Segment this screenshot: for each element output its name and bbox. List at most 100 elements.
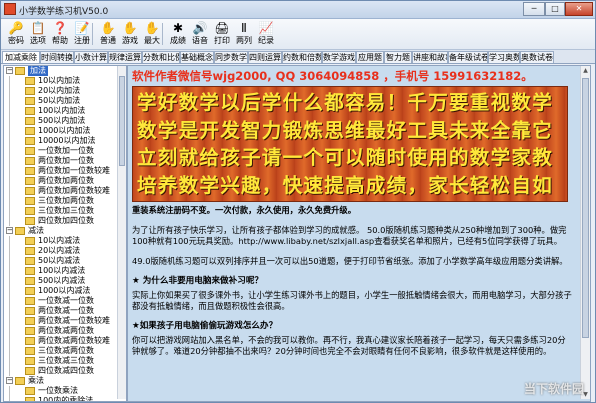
tree-item[interactable]: 10以内减法	[4, 236, 118, 246]
tab-13[interactable]: 备年级试卷	[448, 51, 488, 63]
tree-item[interactable]: 两位数减两位数较难	[4, 336, 118, 346]
category-tabs: 加减乘除 时间转换 小数计算 规律运算 分数和比例 基础概念 同步数学 四则运算 约数和倍数 数学…	[1, 50, 595, 64]
tree-label: 两位数加一位数	[38, 156, 94, 165]
tree-label: 两位数减一位数	[38, 306, 94, 315]
tree-label: 20以内加法	[38, 86, 81, 95]
tab-6[interactable]: 同步数学	[214, 51, 248, 63]
tree-item[interactable]: 两位数加一位数较难	[4, 166, 118, 176]
tree-label: 100内的乘除法	[38, 396, 94, 402]
help-button[interactable]: ❓ 帮助	[48, 20, 72, 48]
tab-1[interactable]: 时间转换	[40, 51, 74, 63]
banner-line: 培养数学兴趣，快速提高成绩，家长轻松自如	[137, 173, 554, 197]
tree-label: 乘法	[28, 376, 44, 385]
tab-10[interactable]: 应用题	[356, 51, 384, 63]
hand-easy-button[interactable]: ✋ 普通	[96, 20, 120, 48]
toolbar-label: 最大	[144, 36, 160, 45]
tab-15[interactable]: 奥数试卷	[520, 51, 554, 63]
tab-9[interactable]: 数学游戏	[322, 51, 356, 63]
folder-icon	[15, 67, 25, 75]
tree-item[interactable]: 1000以内减法	[4, 286, 118, 296]
folder-icon	[25, 177, 35, 185]
tree-item[interactable]: 三位数减三位数	[4, 356, 118, 366]
tab-7[interactable]: 四则运算	[248, 51, 282, 63]
tab-12[interactable]: 讲座和故事	[412, 51, 448, 63]
tab-0[interactable]: 加减乘除	[2, 51, 40, 63]
tree-item[interactable]: 10000以内加法	[4, 136, 118, 146]
tree-item[interactable]: 两位数加两位数	[4, 176, 118, 186]
tree-item[interactable]: 100以内减法	[4, 266, 118, 276]
tree-item[interactable]: 两位数减一位数	[4, 306, 118, 316]
tree-label: 三位数减三位数	[38, 356, 94, 365]
tree-item[interactable]: 100以内加法	[4, 106, 118, 116]
tree-item[interactable]: 两位数减一位数较难	[4, 316, 118, 326]
registration-notice: 重装系统注册码不变。一次付款，永久使用，永久免费升级。	[132, 205, 357, 215]
tab-2[interactable]: 小数计算	[74, 51, 108, 63]
collapse-icon[interactable]: −	[6, 377, 13, 384]
tree-item[interactable]: 三位数加三位数	[4, 206, 118, 216]
tree-item[interactable]: 四位数减四位数	[4, 366, 118, 376]
tree-label: 10以内减法	[38, 236, 81, 245]
hand-easy-icon: ✋	[100, 21, 116, 35]
tree-item[interactable]: 一位数加一位数	[4, 146, 118, 156]
tree-item[interactable]: 一位数乘法	[4, 386, 118, 396]
tree-item[interactable]: 三位数加两位数	[4, 196, 118, 206]
tree-item[interactable]: 四位数加四位数	[4, 216, 118, 226]
tab-4[interactable]: 分数和比例	[142, 51, 180, 63]
tree-item[interactable]: 50以内加法	[4, 96, 118, 106]
tree-item[interactable]: 20以内减法	[4, 246, 118, 256]
print-icon: 🖨	[214, 21, 230, 35]
tree-label: 500以内减法	[38, 276, 86, 285]
minimize-button[interactable]: ─	[523, 2, 545, 16]
tree-item[interactable]: 500以内加法	[4, 116, 118, 126]
folder-icon	[25, 387, 35, 395]
tree-label: 50以内减法	[38, 256, 81, 265]
hand-max-button[interactable]: ✋ 最大	[140, 20, 164, 48]
app-logo-icon	[4, 3, 16, 15]
toolbar-label: 打印	[214, 36, 230, 45]
tree-item[interactable]: 两位数加两位数较难	[4, 186, 118, 196]
folder-icon	[25, 87, 35, 95]
toolbar-label: 注册	[74, 36, 90, 45]
tab-11[interactable]: 智力题	[384, 51, 412, 63]
toolbar-label: 普通	[100, 36, 116, 45]
close-button[interactable]: ✕	[565, 2, 593, 16]
tab-3[interactable]: 规律运算	[108, 51, 142, 63]
tree-item[interactable]: 100内的乘除法	[4, 396, 118, 402]
tree-item[interactable]: 一位数减一位数	[4, 296, 118, 306]
tab-8[interactable]: 约数和倍数	[282, 51, 322, 63]
intro-paragraph: 为了让所有孩子快乐学习，让所有孩子都体验到学习的成就感。 50.0版随机练习题种…	[132, 225, 567, 246]
content-scrollbar[interactable]: ▲ ▼	[580, 66, 590, 399]
key-button[interactable]: 🔑 密码	[4, 20, 28, 48]
print-button[interactable]: 🖨 打印	[210, 20, 234, 48]
two-column-button[interactable]: Ⅱ 两列	[232, 20, 256, 48]
register-button[interactable]: 📝 注册	[70, 20, 94, 48]
tree-item[interactable]: 50以内减法	[4, 256, 118, 266]
tree-item[interactable]: 500以内减法	[4, 276, 118, 286]
collapse-icon[interactable]: −	[6, 227, 13, 234]
folder-icon	[25, 167, 35, 175]
options-button[interactable]: 📋 选项	[26, 20, 50, 48]
hand-game-button[interactable]: ✋ 游戏	[118, 20, 142, 48]
tab-5[interactable]: 基础概念	[180, 51, 214, 63]
tree-item[interactable]: 10以内加法	[4, 76, 118, 86]
maximize-button[interactable]: □	[545, 2, 565, 16]
folder-icon	[25, 307, 35, 315]
record-button[interactable]: 📈 纪录	[254, 20, 278, 48]
score-button[interactable]: ✱ 成绩	[166, 20, 190, 48]
collapse-icon[interactable]: −	[6, 67, 13, 74]
tree-group[interactable]: − 减法	[4, 226, 118, 236]
tree-item[interactable]: 两位数加一位数	[4, 156, 118, 166]
faq-answer: 你可以把游戏网站加入黑名单，不会的我可以教你。再不行，我真心建议家长陪着孩子一起…	[132, 335, 566, 356]
tree-group[interactable]: − 乘法	[4, 376, 118, 386]
voice-button[interactable]: 🔊 语音	[188, 20, 212, 48]
tree-label: 10以内加法	[38, 76, 81, 85]
tree-item[interactable]: 1000以内加法	[4, 126, 118, 136]
tree-item[interactable]: 20以内加法	[4, 86, 118, 96]
tree-group[interactable]: − 加法	[4, 66, 118, 76]
tree-scrollbar[interactable]	[117, 66, 126, 399]
tab-14[interactable]: 学习奥数	[488, 51, 520, 63]
tree-item[interactable]: 两位数减两位数	[4, 326, 118, 336]
tree-item[interactable]: 三位数减两位数	[4, 346, 118, 356]
toolbar-label: 选项	[30, 36, 46, 45]
scroll-up-icon[interactable]: ▲	[581, 66, 590, 75]
